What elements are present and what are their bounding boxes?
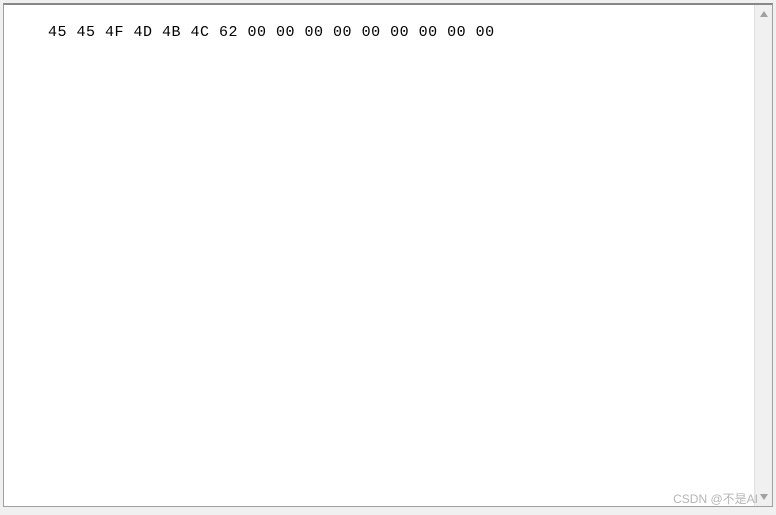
- scroll-up-arrow-icon[interactable]: [755, 5, 773, 23]
- hex-content-area[interactable]: 45 45 4F 4D 4B 4C 62 00 00 00 00 00 00 0…: [4, 5, 754, 506]
- vertical-scrollbar[interactable]: [754, 5, 772, 506]
- hex-line: 45 45 4F 4D 4B 4C 62 00 00 00 00 00 00 0…: [48, 24, 495, 41]
- hex-output-panel: 45 45 4F 4D 4B 4C 62 00 00 00 00 00 00 0…: [3, 3, 773, 507]
- scroll-down-arrow-icon[interactable]: [755, 488, 773, 506]
